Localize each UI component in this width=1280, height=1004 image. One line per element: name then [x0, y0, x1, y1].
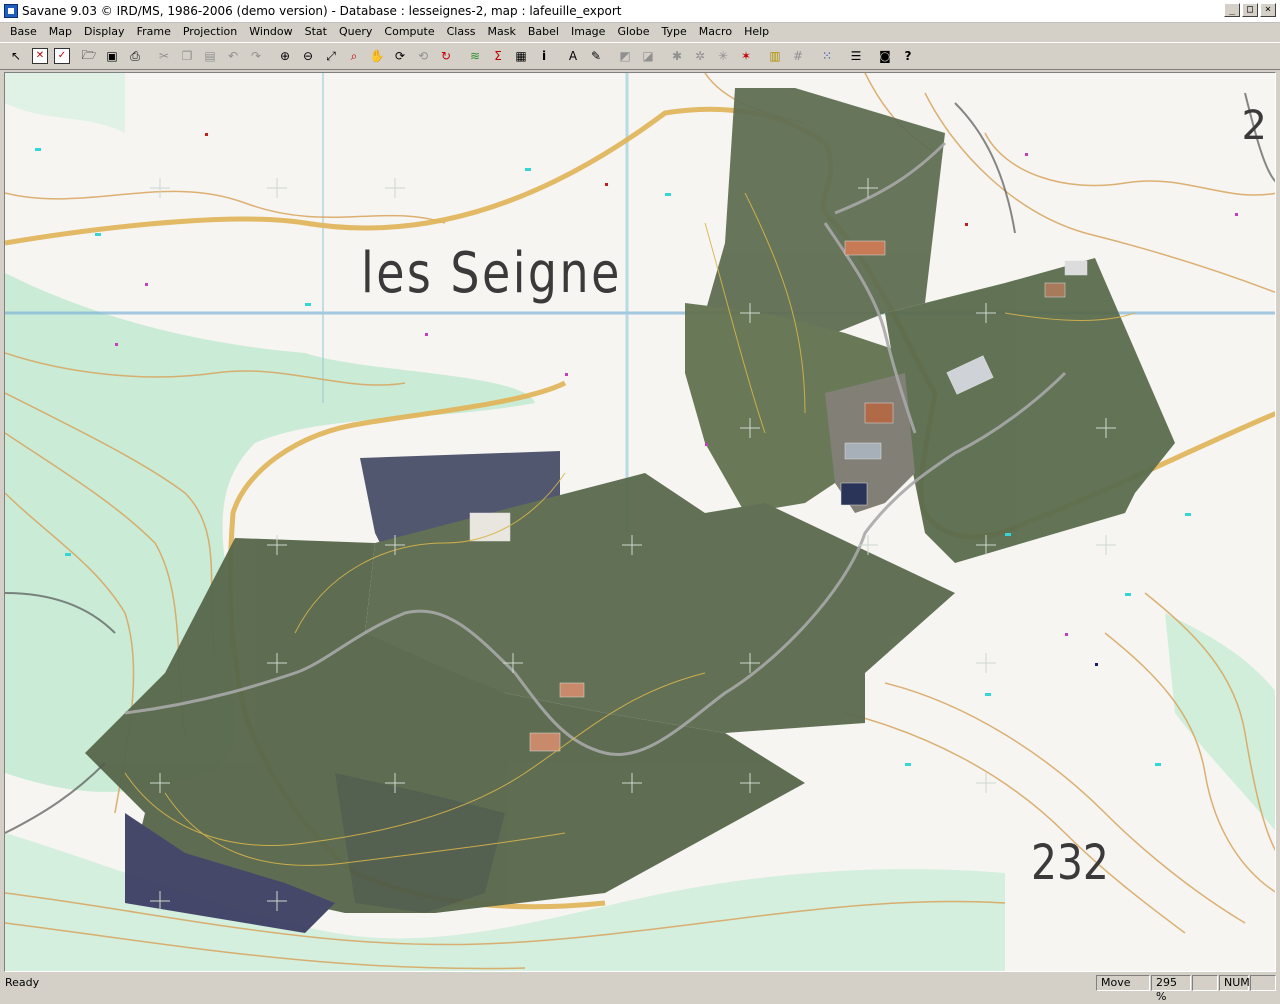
refresh-icon[interactable]: ↻ [436, 46, 456, 66]
menu-class[interactable]: Class [441, 22, 482, 41]
list-icon[interactable]: ☰ [846, 46, 866, 66]
menu-help[interactable]: Help [738, 22, 775, 41]
menu-map[interactable]: Map [43, 22, 78, 41]
camera-icon[interactable]: ◙ [875, 46, 895, 66]
undo-icon[interactable]: ↶ [223, 46, 243, 66]
menu-frame[interactable]: Frame [131, 22, 177, 41]
shape-icon[interactable]: ◩ [615, 46, 635, 66]
menu-macro[interactable]: Macro [693, 22, 738, 41]
network2-icon[interactable]: ✲ [690, 46, 710, 66]
close-button[interactable]: × [1260, 3, 1276, 17]
dots-grid-icon[interactable]: ⁙ [817, 46, 837, 66]
menu-window[interactable]: Window [243, 22, 298, 41]
zoom-in-icon[interactable]: ⊕ [275, 46, 295, 66]
redo-icon[interactable]: ↷ [246, 46, 266, 66]
menu-stat[interactable]: Stat [299, 22, 333, 41]
zoom-object-icon[interactable]: ⌕ [344, 46, 364, 66]
network-icon[interactable]: ✱ [667, 46, 687, 66]
menu-mask[interactable]: Mask [482, 22, 522, 41]
pencil-icon[interactable]: ✎ [586, 46, 606, 66]
text-icon[interactable]: A [563, 46, 583, 66]
status-scroll [1250, 975, 1276, 991]
save-icon[interactable]: ▣ [102, 46, 122, 66]
info-icon[interactable]: i [534, 46, 554, 66]
status-bar: Ready Move 295 % NUM [0, 974, 1280, 1003]
forest-area-topleft [5, 73, 125, 133]
elevation-label: 232 [1031, 835, 1109, 891]
window-title: Savane 9.03 © IRD/MS, 1986-2006 (demo ve… [22, 4, 622, 18]
zoom-out-icon[interactable]: ⊖ [298, 46, 318, 66]
select-arrow-icon[interactable]: ↖ [6, 46, 26, 66]
network-delete-icon[interactable]: ✶ [736, 46, 756, 66]
menu-display[interactable]: Display [78, 22, 131, 41]
place-name-label: les Seigne [361, 241, 622, 306]
menu-projection[interactable]: Projection [177, 22, 243, 41]
layers-icon[interactable]: ≋ [465, 46, 485, 66]
status-caps [1192, 975, 1218, 991]
copy-icon[interactable]: ❐ [177, 46, 197, 66]
pan-hand-icon[interactable]: ✋ [367, 46, 387, 66]
toolbar: ↖ ✕ ✓ 🗁 ▣ ⎙ ✂ ❐ ▤ ↶ ↷ ⊕ ⊖ ⤢ ⌕ ✋ ⟳ ⟲ ↻ ≋ … [0, 42, 1280, 70]
menu-base[interactable]: Base [4, 22, 43, 41]
cut-icon[interactable]: ✂ [154, 46, 174, 66]
network3-icon[interactable]: ✳ [713, 46, 733, 66]
print-icon[interactable]: ⎙ [125, 46, 145, 66]
zoom-window-icon[interactable]: ⤢ [321, 46, 341, 66]
validate-icon[interactable]: ✓ [54, 48, 70, 64]
menu-compute[interactable]: Compute [378, 22, 440, 41]
grid-icon[interactable]: # [788, 46, 808, 66]
minimize-button[interactable]: _ [1224, 3, 1240, 17]
shape2-icon[interactable]: ◪ [638, 46, 658, 66]
maximize-button[interactable]: □ [1242, 3, 1258, 17]
edge-elevation-label: 2 [1241, 103, 1267, 149]
menu-bar: Base Map Display Frame Projection Window… [0, 22, 1280, 41]
paste-icon[interactable]: ▤ [200, 46, 220, 66]
status-mode: Move [1096, 975, 1150, 991]
menu-type[interactable]: Type [656, 22, 693, 41]
help-cursor-icon[interactable]: ? [898, 46, 918, 66]
menu-query[interactable]: Query [333, 22, 378, 41]
delete-icon[interactable]: ✕ [32, 48, 48, 64]
app-icon[interactable] [4, 4, 18, 18]
title-bar: Savane 9.03 © IRD/MS, 1986-2006 (demo ve… [0, 0, 1280, 23]
map-canvas[interactable]: les Seigne 2 232 [4, 72, 1276, 972]
status-text: Ready [5, 976, 40, 989]
menu-globe[interactable]: Globe [611, 22, 655, 41]
sum-icon[interactable]: Σ [488, 46, 508, 66]
window-controls: _ □ × [1224, 3, 1276, 17]
previous-view-icon[interactable]: ⟲ [413, 46, 433, 66]
legend-icon[interactable]: ▥ [765, 46, 785, 66]
rotate-icon[interactable]: ⟳ [390, 46, 410, 66]
forest-area-right [1165, 613, 1275, 831]
status-num: NUM [1219, 975, 1250, 991]
open-folder-icon[interactable]: 🗁 [79, 46, 99, 66]
menu-babel[interactable]: Babel [522, 22, 565, 41]
menu-image[interactable]: Image [565, 22, 611, 41]
table-icon[interactable]: ▦ [511, 46, 531, 66]
status-zoom: 295 % [1151, 975, 1191, 1003]
